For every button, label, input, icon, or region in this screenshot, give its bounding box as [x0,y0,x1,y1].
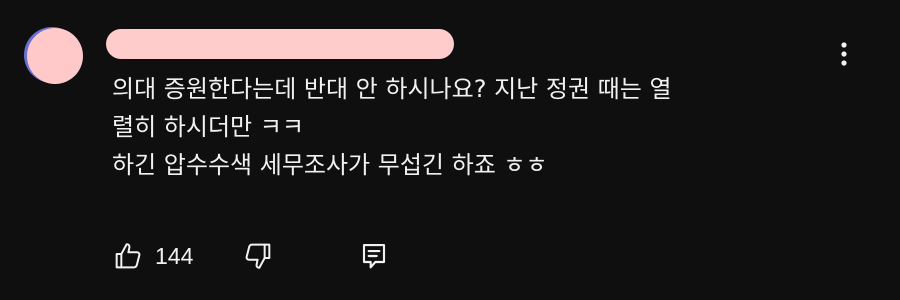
reply-comment-icon [362,244,386,269]
more-vertical-icon [841,42,847,66]
more-options-button[interactable] [830,38,858,74]
like-button[interactable]: 144 [112,236,193,276]
avatar[interactable] [27,28,83,84]
comment-body: 의대 증원한다는데 반대 안 하시나요? 지난 정권 때는 열 렬히 하시더만 … [112,70,832,184]
comment-thread: 의대 증원한다는데 반대 안 하시나요? 지난 정권 때는 열 렬히 하시더만 … [0,0,900,300]
thumbs-up-icon [115,243,141,269]
like-count: 144 [155,242,194,269]
dislike-button[interactable] [242,236,274,276]
comment-line: 렬히 하시더만 ㅋㅋ [112,113,304,141]
author-name-redacted[interactable] [106,29,454,59]
reply-button[interactable] [358,236,390,276]
comment-line: 의대 증원한다는데 반대 안 하시나요? 지난 정권 때는 열 [112,75,672,103]
thumbs-down-icon [245,243,271,269]
comment-line: 하긴 압수수색 세무조사가 무섭긴 하죠 ㅎㅎ [112,151,548,179]
